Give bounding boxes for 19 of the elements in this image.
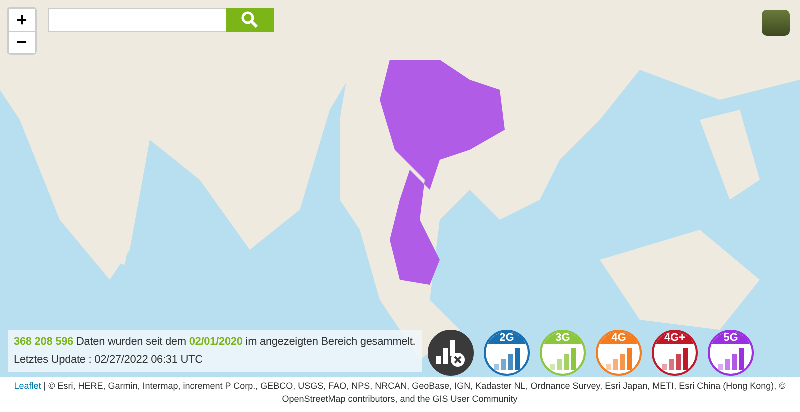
network-filter-button[interactable]: 4G+ <box>652 330 698 376</box>
signal-bars-icon <box>716 348 746 370</box>
signal-bars-icon <box>492 348 522 370</box>
network-filter-button[interactable]: 4G <box>596 330 642 376</box>
signal-bars-icon <box>548 348 578 370</box>
network-filter-button[interactable]: 5G <box>708 330 754 376</box>
zoom-out-button[interactable]: − <box>9 31 35 53</box>
signal-bars-icon <box>604 348 634 370</box>
network-filter-button[interactable]: 2G <box>484 330 530 376</box>
no-signal-filter-button[interactable] <box>428 330 474 376</box>
no-signal-icon <box>435 338 467 368</box>
data-count-text: 368 208 596 Daten wurden seit dem 02/01/2020 im angezeigten Bereich gesammelt. <box>14 335 416 350</box>
leaflet-link[interactable]: Leaflet <box>14 381 42 391</box>
search-icon <box>241 11 259 29</box>
last-update-text: Letztes Update : 02/27/2022 06:31 UTC <box>14 353 204 368</box>
attribution-text: Leaflet | © Esri, HERE, Garmin, Intermap, increment P Corp., GEBCO, USGS, FAO, NPS, NRCAN, GeoBase, IGN, Kadaster NL, Ordnance Survey, Esri Japan, METI, Esri China (Hong Kong), © OpenStreetMap contributors, and the GIS User Community <box>0 377 800 412</box>
signal-bars-icon <box>660 348 690 370</box>
map-layer-thumbnail-button[interactable] <box>762 10 790 36</box>
search-field[interactable] <box>48 8 226 32</box>
